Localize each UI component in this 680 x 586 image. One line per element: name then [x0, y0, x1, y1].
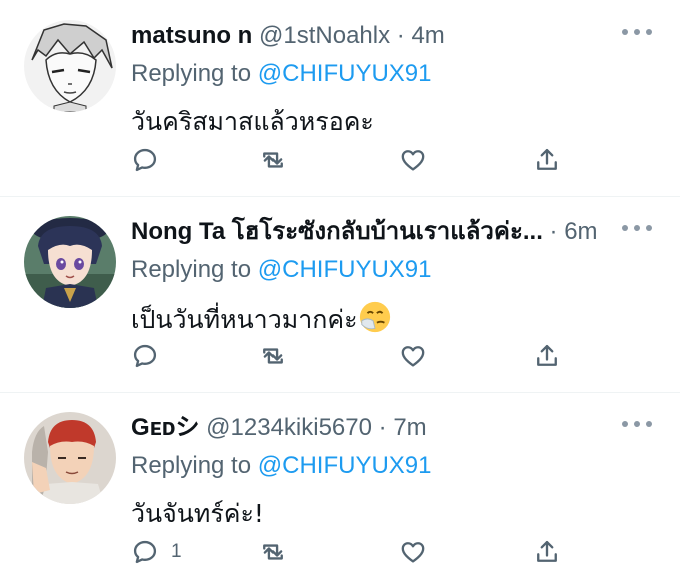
reply-feed: matsuno n @1stNoahlx · 4m Replying to @C… [0, 0, 680, 582]
tweet-header: Gᴇᴅシ @1234kiki5670 · 7m [131, 410, 611, 446]
display-name[interactable]: Gᴇᴅシ [131, 414, 199, 441]
display-name[interactable]: matsuno n [131, 22, 252, 49]
tweet-header: matsuno n @1stNoahlx · 4m [131, 18, 611, 54]
like-button[interactable] [399, 340, 427, 372]
more-options-icon[interactable] [620, 27, 654, 37]
timestamp[interactable]: 6m [564, 218, 597, 245]
tweet-text: เป็นวันที่หนาวมากค่ะ [131, 305, 358, 334]
display-name[interactable]: Nong Ta โฮโระซังกลับบ้านเราแล้วค่ะ... [131, 218, 543, 245]
reply-count: 1 [171, 541, 182, 562]
reply-button[interactable] [131, 340, 171, 372]
separator-dot: · [549, 218, 558, 245]
more-options-icon[interactable] [620, 223, 654, 233]
tweet-text-block: เป็นวันที่หนาวมากค่ะ [131, 300, 611, 338]
replying-to-mention[interactable]: @CHIFUYUX91 [258, 452, 432, 479]
replying-to-line: Replying to @CHIFUYUX91 [131, 448, 611, 484]
tweet-2[interactable]: Nong Ta โฮโระซังกลับบ้านเราแล้วค่ะ... · … [0, 196, 680, 390]
replying-to-mention[interactable]: @CHIFUYUX91 [258, 60, 432, 87]
reply-icon [133, 344, 157, 368]
reply-button[interactable] [131, 144, 171, 176]
replying-to-mention[interactable]: @CHIFUYUX91 [258, 256, 432, 283]
heart-icon [401, 346, 425, 367]
replying-to-line: Replying to @CHIFUYUX91 [131, 252, 611, 288]
share-icon [537, 540, 557, 562]
share-button[interactable] [533, 340, 561, 372]
reply-icon [133, 540, 157, 564]
timestamp[interactable]: 4m [411, 22, 444, 49]
tweet-3[interactable]: Gᴇᴅシ @1234kiki5670 · 7m Replying to @CHI… [0, 392, 680, 586]
replying-to-line: Replying to @CHIFUYUX91 [131, 56, 611, 92]
avatar[interactable] [24, 216, 116, 308]
retweet-button[interactable] [259, 536, 287, 568]
retweet-icon [263, 152, 283, 168]
heart-icon [401, 150, 425, 171]
user-handle[interactable]: @1234kiki5670 [206, 414, 372, 441]
tweet-text: วันจันทร์ค่ะ! [131, 499, 264, 528]
retweet-button[interactable] [259, 144, 287, 176]
replying-to-prefix: Replying to [131, 452, 252, 479]
timestamp[interactable]: 7m [393, 414, 426, 441]
share-button[interactable] [533, 536, 561, 568]
reply-icon [133, 148, 157, 172]
share-icon [537, 344, 557, 366]
tweet-text: วันคริสมาสแล้วหรอคะ [131, 107, 374, 136]
tweet-content: Nong Ta โฮโระซังกลับบ้านเราแล้วค่ะ... · … [131, 214, 611, 338]
reply-button[interactable]: 1 [131, 536, 182, 568]
retweet-button[interactable] [259, 340, 287, 372]
more-options-icon[interactable] [620, 419, 654, 429]
avatar-manga-boy-icon [24, 20, 116, 112]
tweet-content: matsuno n @1stNoahlx · 4m Replying to @C… [131, 18, 611, 140]
like-button[interactable] [399, 144, 427, 176]
tweet-content: Gᴇᴅシ @1234kiki5670 · 7m Replying to @CHI… [131, 410, 611, 532]
tweet-1[interactable]: matsuno n @1stNoahlx · 4m Replying to @C… [0, 0, 680, 194]
avatar[interactable] [24, 412, 116, 504]
tweet-actions [131, 340, 591, 372]
tweet-actions: 1 [131, 536, 591, 568]
tweet-header: Nong Ta โฮโระซังกลับบ้านเราแล้วค่ะ... · … [131, 214, 611, 250]
avatar-red-hair-boy-icon [24, 412, 116, 504]
heart-icon [401, 542, 425, 563]
tweet-actions [131, 144, 591, 176]
replying-to-prefix: Replying to [131, 60, 252, 87]
retweet-icon [263, 348, 283, 364]
separator-dot: · [396, 22, 405, 49]
user-handle[interactable]: @1stNoahlx [259, 22, 390, 49]
avatar-anime-boy-icon [24, 216, 116, 308]
avatar[interactable] [24, 20, 116, 112]
sneezing-face-emoji-icon [359, 301, 390, 333]
separator-dot: · [378, 414, 387, 441]
share-button[interactable] [533, 144, 561, 176]
replying-to-prefix: Replying to [131, 256, 252, 283]
share-icon [537, 148, 557, 170]
retweet-icon [263, 544, 283, 560]
like-button[interactable] [399, 536, 427, 568]
